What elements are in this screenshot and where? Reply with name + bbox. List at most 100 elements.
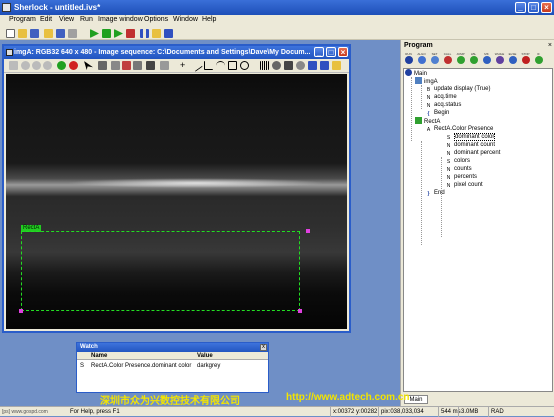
program-tool-label: WHILE: [494, 52, 505, 56]
polyline-roi-icon[interactable]: [204, 61, 213, 70]
spoke-roi-icon[interactable]: [272, 61, 281, 70]
image-open-icon[interactable]: [332, 61, 341, 70]
surface-glare: [66, 178, 326, 188]
program-tree: Main imgA Bupdate display (True) Nacq.ti…: [403, 68, 553, 392]
bracket-icon: }: [427, 191, 430, 197]
program-tool-algo[interactable]: ALGO: [416, 52, 427, 64]
menu-program[interactable]: Program: [9, 16, 36, 23]
mark-tool-icon: [482, 56, 491, 64]
program-tool-call[interactable]: CALL: [442, 52, 453, 64]
save-image-icon[interactable]: [56, 29, 65, 38]
image-window[interactable]: imgA: RGB32 640 x 480 - Image sequence: …: [2, 44, 351, 333]
rect-roi-icon[interactable]: [228, 61, 237, 70]
menu-run[interactable]: Run: [80, 16, 93, 23]
fit-icon[interactable]: [9, 61, 18, 70]
roi-color-icon[interactable]: [122, 61, 131, 70]
roi-rectangle[interactable]: [21, 231, 300, 311]
open-image-icon[interactable]: [44, 29, 53, 38]
tree-node-label: acq.status: [434, 102, 462, 108]
program-tool-if[interactable]: IF: [533, 52, 544, 64]
while-tool-icon: [495, 56, 504, 64]
image-minimize-button[interactable]: _: [314, 47, 324, 57]
zoom-in-icon[interactable]: [21, 61, 30, 70]
watch-col-value: Value: [197, 353, 213, 359]
program-toolbar: RUN ALGO SET CALL JUMP LBL MK WHILE ELSE…: [403, 52, 553, 68]
bullseye-roi-icon[interactable]: [296, 61, 305, 70]
camera-icon[interactable]: [98, 61, 107, 70]
pause-icon[interactable]: [140, 29, 149, 38]
arc-roi-icon[interactable]: [216, 61, 225, 70]
roi-tool-icon[interactable]: [111, 61, 120, 70]
menu-options[interactable]: Options: [144, 16, 168, 23]
save-icon[interactable]: [30, 29, 39, 38]
tree-node-label: dominant percent: [454, 150, 501, 156]
program-tool-label: CALL: [443, 52, 452, 56]
roi-region-icon[interactable]: [160, 61, 169, 70]
watch-header: Name Value: [77, 352, 268, 360]
if-tool-icon: [534, 56, 543, 64]
image-save-as-icon[interactable]: [320, 61, 329, 70]
line-roi-icon[interactable]: [190, 59, 203, 72]
new-icon[interactable]: [6, 29, 15, 38]
roi-handle-bottom-left[interactable]: [19, 309, 23, 313]
menu-help[interactable]: Help: [202, 16, 216, 23]
roi-handle-bottom-right[interactable]: [298, 309, 302, 313]
maximize-button[interactable]: □: [528, 2, 539, 13]
main-icon: [405, 69, 412, 76]
open-icon[interactable]: [18, 29, 27, 38]
jump-tool-icon: [456, 56, 465, 64]
main-toolbar: [0, 27, 554, 40]
watch-title: Watch: [77, 343, 268, 352]
stop-acq-icon[interactable]: [69, 61, 78, 70]
run-tool-icon: [404, 56, 413, 64]
watch-window[interactable]: Watch x Name Value S RectA.Color Presenc…: [76, 342, 269, 393]
snap-icon[interactable]: [68, 29, 77, 38]
watch-row-value: darkgrey: [197, 363, 221, 369]
menu-edit[interactable]: Edit: [40, 16, 52, 23]
help-icon[interactable]: [164, 29, 173, 38]
program-tool-lbl[interactable]: LBL: [468, 52, 479, 64]
pointer-icon[interactable]: [84, 61, 93, 70]
circle-roi-icon[interactable]: [240, 61, 249, 70]
program-tool-jump[interactable]: JUMP: [455, 52, 466, 64]
step-icon[interactable]: [114, 29, 123, 38]
menu-image-window[interactable]: Image window: [98, 16, 143, 23]
minimize-button[interactable]: _: [515, 2, 526, 13]
tree-node-label: percents: [454, 174, 478, 180]
menu-window[interactable]: Window: [173, 16, 198, 23]
program-tool-else[interactable]: ELSE: [507, 52, 518, 64]
roi-handle-top-right[interactable]: [306, 229, 310, 233]
watch-icon[interactable]: [152, 29, 161, 38]
watch-close-icon[interactable]: x: [260, 344, 267, 351]
image-save-icon[interactable]: [308, 61, 317, 70]
program-tool-label: ALGO: [417, 52, 426, 56]
rake-roi-icon[interactable]: [260, 61, 269, 70]
image-window-icon: [6, 49, 13, 56]
program-tool-mk[interactable]: MK: [481, 52, 492, 64]
close-button[interactable]: ×: [541, 2, 552, 13]
watch-col-name: Name: [91, 353, 108, 359]
point-roi-icon[interactable]: +: [180, 61, 189, 70]
image-maximize-button[interactable]: □: [326, 47, 336, 57]
roi-grid-icon[interactable]: [133, 61, 142, 70]
menu-view[interactable]: View: [59, 16, 74, 23]
image-canvas[interactable]: RectA: [6, 74, 347, 329]
annulus-roi-icon[interactable]: [284, 61, 293, 70]
program-tool-stop[interactable]: STOP: [520, 52, 531, 64]
stop-icon[interactable]: [126, 29, 135, 38]
tree-node-pixel-count[interactable]: Npixel count: [445, 181, 483, 190]
program-panel-close-icon[interactable]: ×: [548, 42, 552, 49]
run-icon[interactable]: [90, 29, 99, 38]
program-tool-set[interactable]: SET: [429, 52, 440, 64]
program-tool-run[interactable]: RUN: [403, 52, 414, 64]
program-panel-title: Program: [404, 42, 433, 49]
live-icon[interactable]: [57, 61, 66, 70]
zoom-out-icon[interactable]: [32, 61, 41, 70]
image-close-button[interactable]: ×: [338, 47, 348, 57]
tree-node-end[interactable]: } End: [425, 189, 445, 198]
run-continuous-icon[interactable]: [102, 29, 111, 38]
image-window-titlebar[interactable]: imgA: RGB32 640 x 480 - Image sequence: …: [4, 46, 349, 59]
program-tool-while[interactable]: WHILE: [494, 52, 505, 64]
roi-text-icon[interactable]: [146, 61, 155, 70]
zoom-reset-icon[interactable]: [43, 61, 52, 70]
